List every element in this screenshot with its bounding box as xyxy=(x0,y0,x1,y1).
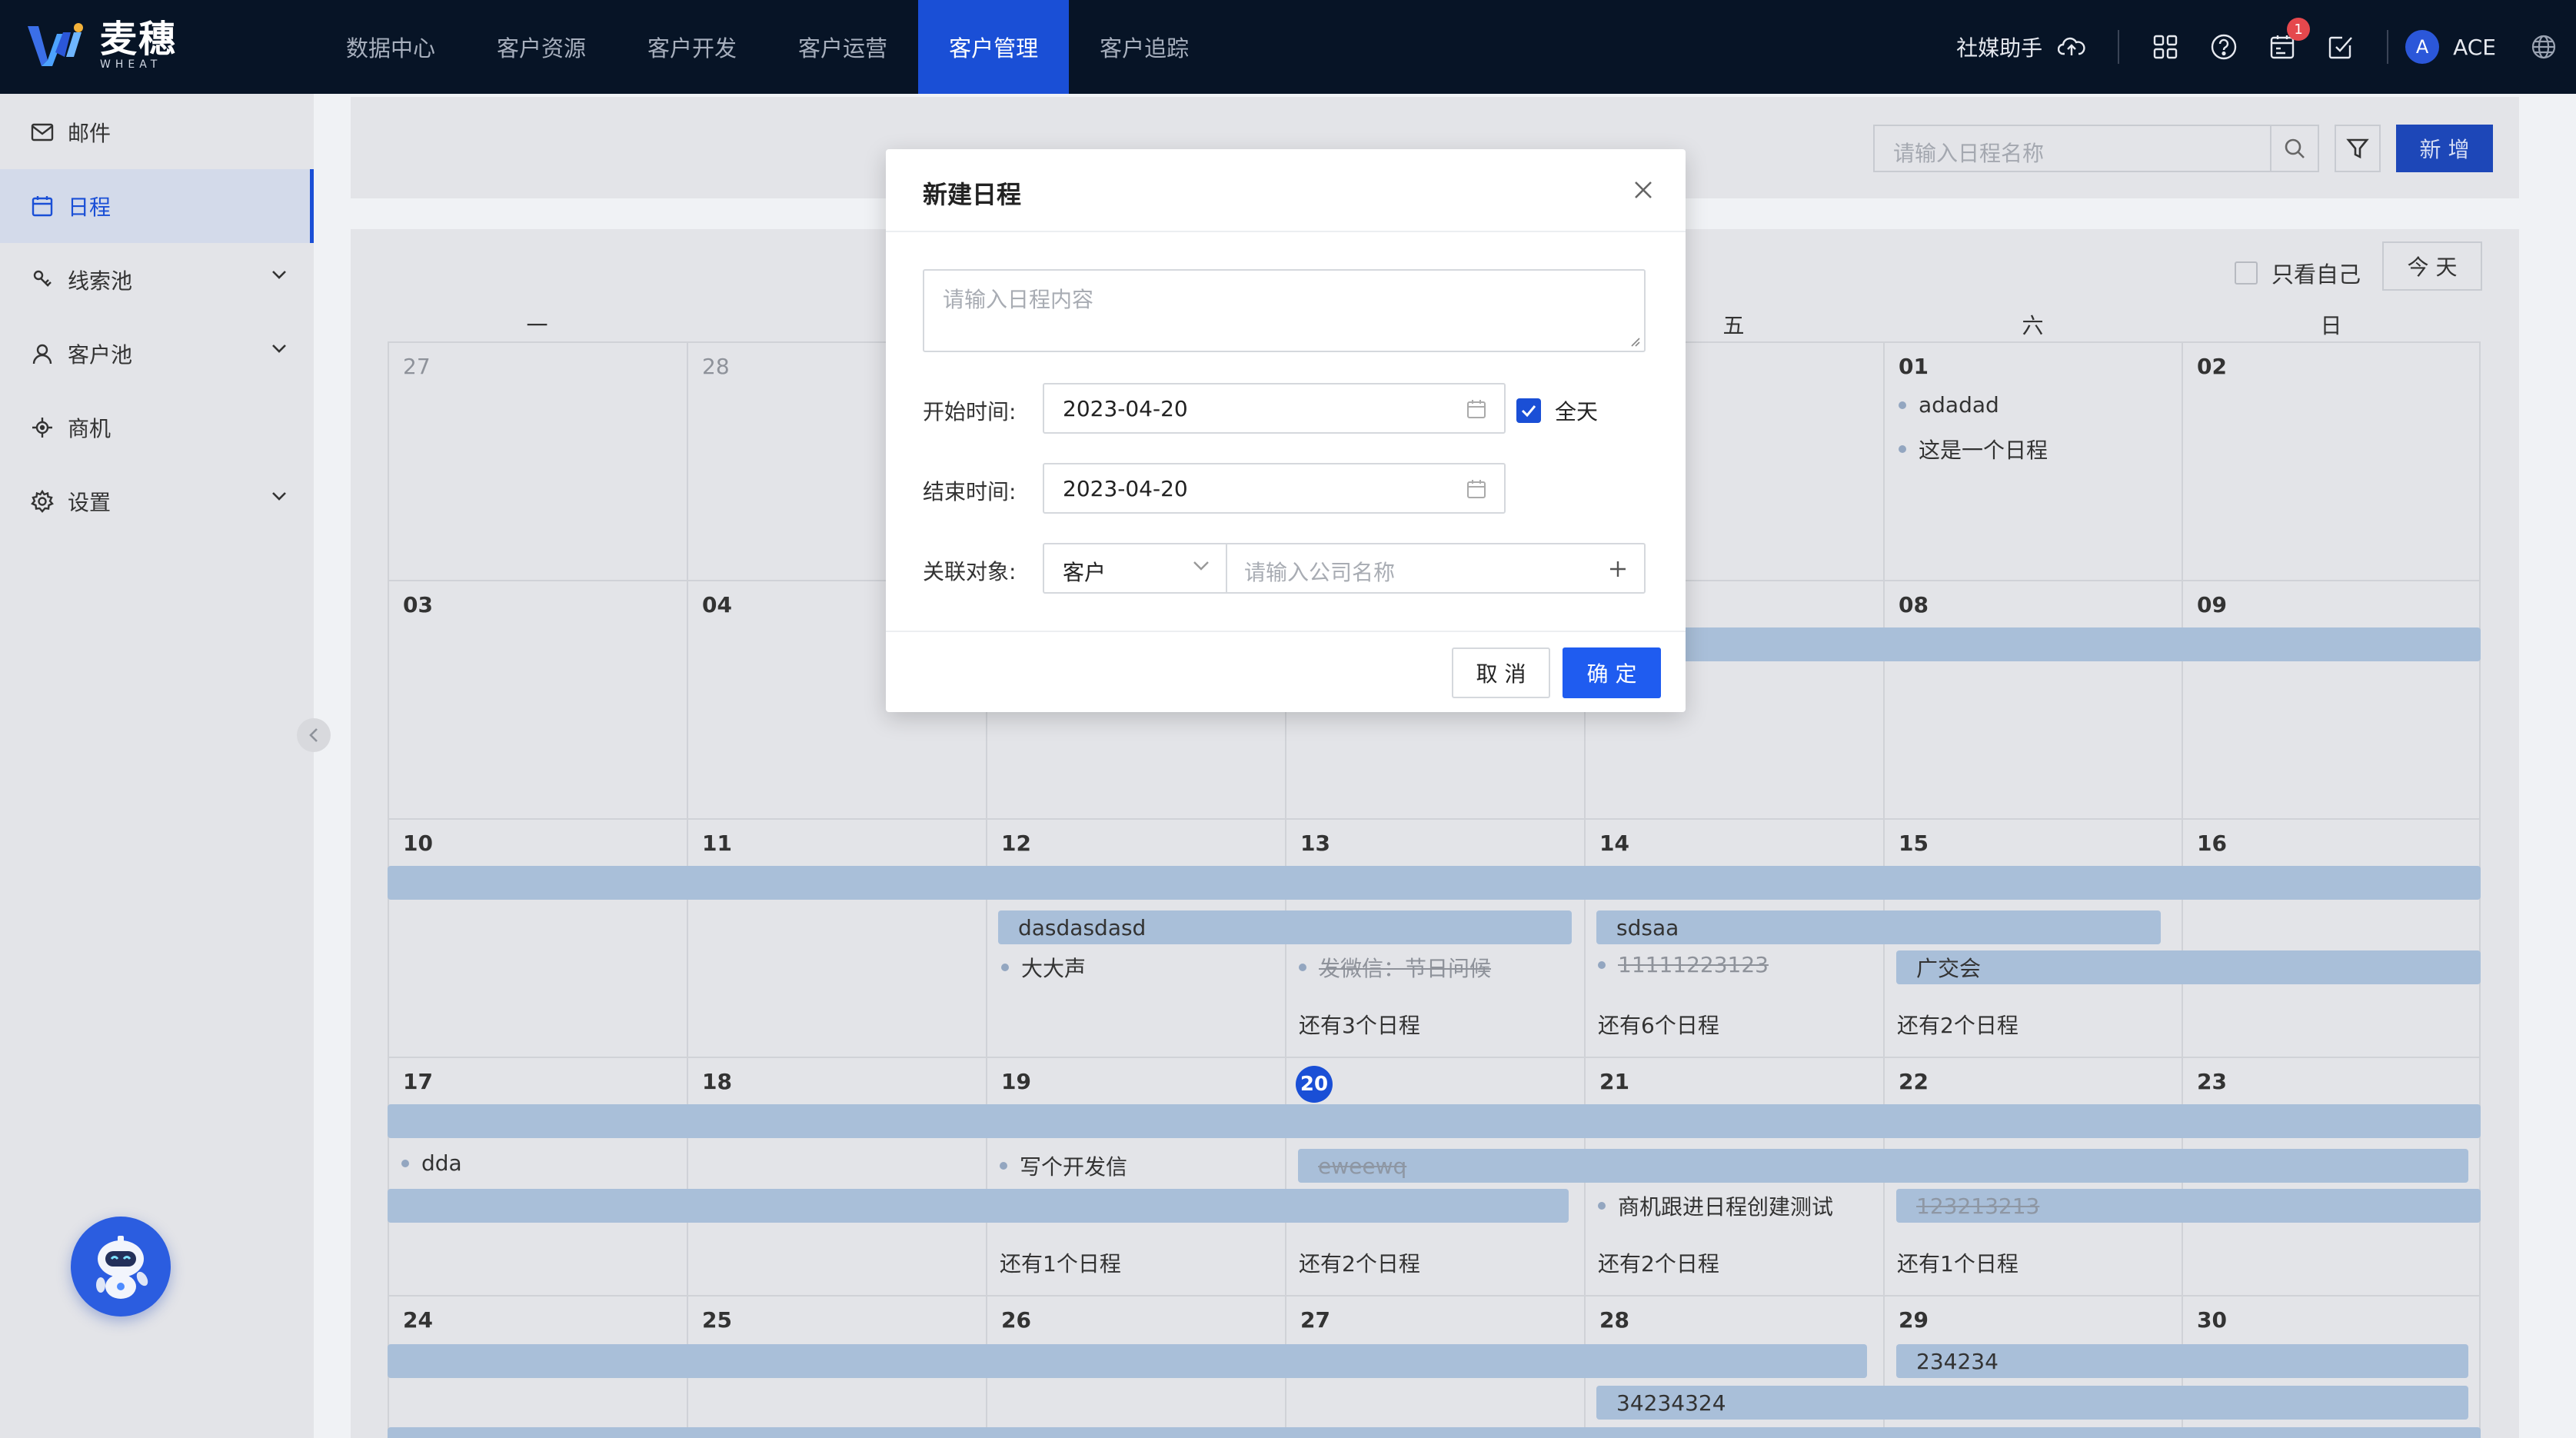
nav-item-customer-management[interactable]: 客户管理 xyxy=(918,0,1070,94)
start-date-value: 2023-04-20 xyxy=(1063,396,1188,421)
dialog-footer: 取 消 确 定 xyxy=(886,631,1686,712)
confirm-button[interactable]: 确 定 xyxy=(1563,647,1661,698)
plus-icon[interactable] xyxy=(1607,558,1629,580)
top-navbar: 麦穗 WHEAT 数据中心 客户资源 客户开发 客户运营 客户管理 客户追踪 社… xyxy=(0,0,2576,94)
avatar[interactable]: A xyxy=(2405,30,2440,64)
check-icon xyxy=(1521,405,1536,418)
divider xyxy=(2118,30,2120,64)
main-nav: 数据中心 客户资源 客户开发 客户运营 客户管理 客户追踪 xyxy=(315,0,1220,94)
company-placeholder: 请输入公司名称 xyxy=(1244,560,1396,585)
brand-name: 麦穗 xyxy=(100,18,178,61)
start-date-picker[interactable]: 2023-04-20 xyxy=(1043,383,1506,434)
notification-badge: 1 xyxy=(2287,18,2311,41)
relation-type-select[interactable]: 客户 xyxy=(1043,543,1227,594)
chevron-down-icon xyxy=(1193,561,1209,571)
task-notification-icon[interactable]: 1 xyxy=(2265,18,2311,64)
edit-check-icon[interactable] xyxy=(2324,30,2358,64)
start-time-label: 开始时间: xyxy=(923,399,1017,424)
nav-item-customer-operations[interactable]: 客户运营 xyxy=(767,0,918,94)
globe-icon[interactable] xyxy=(2527,30,2561,64)
help-icon[interactable] xyxy=(2207,30,2241,64)
new-schedule-dialog: 新建日程 请输入日程内容 开始时间: 2023-04-20 全天 结束时间: 2… xyxy=(886,149,1686,712)
nav-item-customer-development[interactable]: 客户开发 xyxy=(617,0,767,94)
cancel-button[interactable]: 取 消 xyxy=(1452,647,1550,698)
nav-item-data-center[interactable]: 数据中心 xyxy=(315,0,466,94)
company-name-input[interactable]: 请输入公司名称 xyxy=(1226,543,1646,594)
resize-handle-icon[interactable] xyxy=(1629,335,1641,348)
social-assistant-link[interactable]: 社媒助手 xyxy=(1956,32,2042,62)
relation-type-value: 客户 xyxy=(1063,560,1107,585)
textarea-placeholder: 请输入日程内容 xyxy=(943,287,1094,312)
cloud-upload-icon[interactable] xyxy=(2055,30,2088,64)
divider xyxy=(2387,30,2389,64)
user-name[interactable]: ACE xyxy=(2453,35,2496,60)
end-time-label: 结束时间: xyxy=(923,479,1017,504)
calendar-icon xyxy=(1467,400,1486,418)
close-icon[interactable] xyxy=(1630,177,1656,203)
wheat-logo-icon xyxy=(28,23,83,66)
end-date-picker[interactable]: 2023-04-20 xyxy=(1043,463,1506,514)
checkbox-checked[interactable] xyxy=(1516,398,1541,423)
calendar-icon xyxy=(1467,480,1486,498)
dialog-title: 新建日程 xyxy=(923,180,1022,209)
schedule-content-textarea[interactable]: 请输入日程内容 xyxy=(923,269,1646,352)
logo[interactable]: 麦穗 WHEAT xyxy=(28,20,177,71)
relation-label: 关联对象: xyxy=(923,559,1017,584)
nav-item-customer-resources[interactable]: 客户资源 xyxy=(466,0,617,94)
nav-item-customer-tracking[interactable]: 客户追踪 xyxy=(1069,0,1220,94)
end-date-value: 2023-04-20 xyxy=(1063,476,1188,501)
header-actions: 社媒助手 1 A ACE xyxy=(1956,0,2576,94)
all-day-label: 全天 xyxy=(1555,399,1599,424)
apps-grid-icon[interactable] xyxy=(2148,30,2182,64)
dialog-header: 新建日程 xyxy=(886,149,1686,232)
all-day-checkbox[interactable]: 全天 xyxy=(1516,395,1598,426)
